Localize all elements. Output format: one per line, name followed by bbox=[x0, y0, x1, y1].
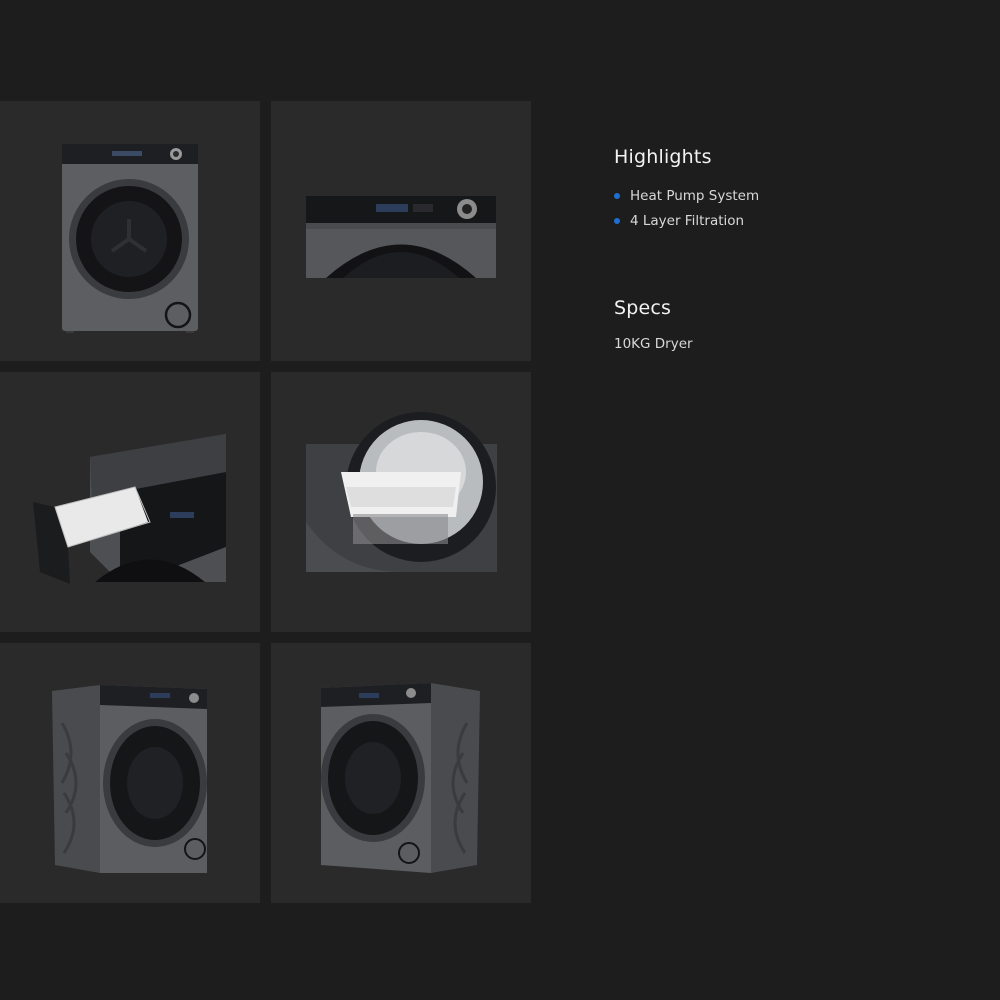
highlights-heading: Highlights bbox=[614, 146, 712, 168]
highlight-item-label: 4 Layer Filtration bbox=[630, 213, 745, 229]
control-panel-image bbox=[306, 196, 496, 278]
highlights-list: Heat Pump System 4 Layer Filtration bbox=[614, 186, 759, 236]
highlight-item-label: Heat Pump System bbox=[630, 188, 760, 204]
gallery-image-front-view[interactable] bbox=[0, 101, 260, 361]
gallery-image-right-angle[interactable] bbox=[271, 643, 531, 903]
highlight-item: 4 Layer Filtration bbox=[614, 211, 759, 236]
bullet-icon bbox=[614, 193, 620, 199]
bullet-icon bbox=[614, 218, 620, 224]
left-angle-image bbox=[52, 685, 207, 873]
drum-image bbox=[306, 412, 497, 572]
gallery-image-control-panel[interactable] bbox=[271, 101, 531, 361]
right-angle-image bbox=[321, 683, 480, 873]
specs-heading: Specs bbox=[614, 297, 672, 319]
gallery-image-left-angle[interactable] bbox=[0, 643, 260, 903]
gallery-image-drum-interior[interactable] bbox=[271, 372, 531, 632]
gallery-image-drawer-open[interactable] bbox=[0, 372, 260, 632]
spec-item: 10KG Dryer bbox=[614, 336, 693, 352]
dryer-front-image bbox=[62, 144, 198, 333]
highlight-item: Heat Pump System bbox=[614, 186, 759, 211]
drawer-image bbox=[33, 434, 226, 584]
